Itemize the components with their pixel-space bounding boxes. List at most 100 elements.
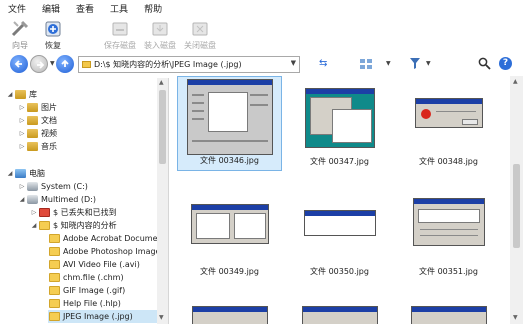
help-icon[interactable]: ?	[499, 57, 512, 70]
grid-scrollbar[interactable]: ▲ ▼	[510, 76, 523, 324]
address-bar-row: ▼ D:\$ 知晓内容的分析\JPEG Image (.jpg) ▼ ⇆ ▼ ▼…	[0, 53, 523, 75]
folder-icon	[49, 247, 60, 256]
tree-item-chm[interactable]: chm.file (.chm)	[48, 271, 124, 284]
menu-help[interactable]: 帮助	[142, 1, 164, 16]
file-thumbnail[interactable]	[287, 294, 392, 324]
refresh-icon[interactable]: ⇆	[319, 58, 327, 69]
restore-icon	[45, 21, 61, 37]
file-name: 文件 00349.jpg	[200, 267, 259, 276]
filter-icon[interactable]	[409, 57, 421, 70]
menu-tools[interactable]: 工具	[108, 1, 130, 16]
arrow-up-icon	[61, 59, 69, 67]
expand-icon[interactable]: ▷	[18, 117, 26, 124]
wizard-icon	[11, 20, 29, 37]
view-mode-icon[interactable]	[359, 58, 373, 70]
collapse-icon[interactable]: ◢	[6, 91, 14, 98]
expand-icon[interactable]: ▷	[30, 209, 38, 216]
computer-icon	[15, 169, 26, 178]
tree-item-acrobat[interactable]: Adobe Acrobat Documer	[48, 232, 161, 245]
tree-item-videos[interactable]: ▷ 视频	[18, 127, 57, 140]
tree-item-pictures[interactable]: ▷ 图片	[18, 101, 57, 114]
scroll-down-icon[interactable]: ▼	[159, 314, 164, 321]
tree-item-library[interactable]: ◢ 库	[6, 88, 37, 101]
tree-item-multimed-d[interactable]: ◢ Multimed (D:)	[18, 193, 96, 206]
file-thumbnail[interactable]: 文件 00347.jpg	[287, 76, 392, 171]
file-name: 文件 00350.jpg	[310, 267, 369, 276]
tree-item-jpeg[interactable]: JPEG Image (.jpg)	[48, 310, 157, 323]
tree-scrollbar[interactable]: ▲ ▼	[157, 78, 168, 324]
image-preview	[304, 88, 375, 148]
tree-item-hlp[interactable]: Help File (.hlp)	[48, 297, 121, 310]
expand-icon[interactable]: ▷	[18, 143, 26, 150]
file-thumbnail[interactable]: 文件 00349.jpg	[177, 186, 282, 281]
tree-item-system-c[interactable]: ▷ System (C:)	[18, 180, 88, 193]
close-disk-button[interactable]: 关闭磁盘	[180, 19, 220, 53]
search-icon[interactable]	[478, 57, 491, 70]
tree-item-documents[interactable]: ▷ 文档	[18, 114, 57, 127]
scroll-up-icon[interactable]: ▲	[513, 78, 518, 85]
tree-item-content-analysis[interactable]: ◢ $ 知晓内容的分析	[30, 219, 117, 232]
tree-item-photoshop[interactable]: Adobe Photoshop Image	[48, 245, 160, 258]
image-preview	[186, 79, 273, 155]
file-thumbnail[interactable]: 文件 00348.jpg	[396, 76, 501, 171]
file-name: 文件 00346.jpg	[200, 156, 259, 165]
forward-button[interactable]	[30, 55, 48, 73]
restore-button[interactable]: 恢复	[33, 19, 73, 53]
close-disk-label: 关闭磁盘	[184, 41, 216, 50]
menu-bar: 文件 编辑 查看 工具 帮助	[0, 0, 523, 17]
restore-label: 恢复	[45, 41, 61, 50]
tree-item-music[interactable]: ▷ 音乐	[18, 140, 57, 153]
arrow-right-icon	[37, 61, 45, 69]
menu-view[interactable]: 查看	[74, 1, 96, 16]
lost-folder-icon	[39, 208, 50, 217]
image-preview	[414, 98, 483, 128]
save-disk-icon	[112, 22, 128, 36]
address-dropdown-icon[interactable]: ▼	[291, 59, 296, 67]
collapse-icon[interactable]: ◢	[6, 170, 14, 177]
folder-icon	[39, 221, 50, 230]
error-icon	[420, 109, 431, 119]
address-field[interactable]: D:\$ 知晓内容的分析\JPEG Image (.jpg) ▼	[78, 56, 300, 73]
folder-icon	[82, 61, 91, 68]
image-preview	[303, 210, 376, 236]
expand-icon[interactable]: ▷	[18, 183, 26, 190]
back-button[interactable]	[10, 55, 28, 73]
file-thumbnail[interactable]: 文件 00346.jpg	[177, 76, 282, 171]
folder-icon	[49, 299, 60, 308]
history-dropdown-icon[interactable]: ▼	[50, 60, 55, 67]
drive-icon	[27, 195, 38, 204]
menu-edit[interactable]: 编辑	[40, 1, 62, 16]
file-thumbnail[interactable]: 文件 00351.jpg	[396, 186, 501, 281]
tree-scroll-thumb[interactable]	[159, 90, 166, 164]
grid-scroll-thumb[interactable]	[513, 164, 520, 248]
folder-icon	[49, 312, 60, 321]
music-icon	[27, 142, 38, 151]
collapse-icon[interactable]: ◢	[18, 196, 26, 203]
collapse-icon[interactable]: ◢	[30, 222, 38, 229]
library-icon	[15, 90, 26, 99]
save-disk-label: 保存磁盘	[104, 41, 136, 50]
tree-item-computer[interactable]: ◢ 电脑	[6, 167, 45, 180]
load-disk-button[interactable]: 装入磁盘	[140, 19, 180, 53]
file-name: 文件 00348.jpg	[419, 157, 478, 166]
file-thumbnail[interactable]	[396, 294, 501, 324]
menu-file[interactable]: 文件	[6, 1, 28, 16]
filter-dropdown-icon[interactable]: ▼	[426, 60, 431, 67]
expand-icon[interactable]: ▷	[18, 104, 26, 111]
expand-icon[interactable]: ▷	[18, 130, 26, 137]
image-preview	[412, 198, 485, 246]
view-dropdown-icon[interactable]: ▼	[386, 60, 391, 67]
arrow-left-icon	[14, 60, 22, 68]
toolbar: 向导 恢复 保存磁盘 装入磁盘 关闭磁盘	[0, 17, 523, 53]
scroll-down-icon[interactable]: ▼	[513, 314, 518, 321]
file-thumbnail[interactable]	[177, 294, 282, 324]
tree-item-avi[interactable]: AVI Video File (.avi)	[48, 258, 140, 271]
tree-item-gif[interactable]: GIF Image (.gif)	[48, 284, 125, 297]
file-thumbnail[interactable]: 文件 00350.jpg	[287, 186, 392, 281]
save-disk-button[interactable]: 保存磁盘	[100, 19, 140, 53]
folder-tree: ◢ 库 ▷ 图片 ▷ 文档 ▷ 视频 ▷ 音乐 ◢ 电脑 ▷ System (C…	[0, 78, 169, 324]
documents-icon	[27, 116, 38, 125]
tree-item-lost-found[interactable]: ▷ $ 已丢失和已找到	[30, 206, 117, 219]
scroll-up-icon[interactable]: ▲	[159, 79, 164, 86]
up-button[interactable]	[56, 55, 74, 73]
